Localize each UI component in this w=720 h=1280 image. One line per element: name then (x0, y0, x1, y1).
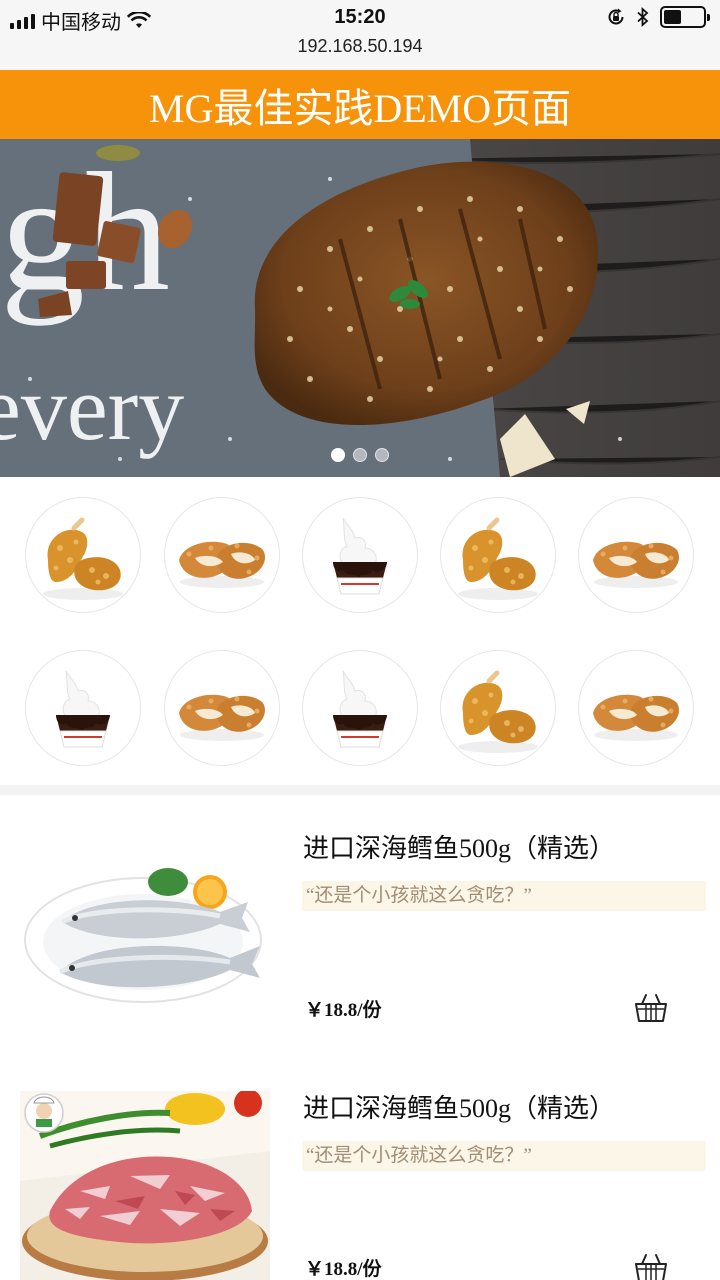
category-grid (0, 477, 720, 785)
carousel-indicators (0, 448, 720, 462)
carousel-dot[interactable] (375, 448, 389, 462)
bluetooth-icon (637, 7, 649, 27)
page-header: MG最佳实践DEMO页面 (0, 70, 720, 139)
category-item[interactable] (164, 650, 280, 766)
fried-chicken-icon (458, 670, 538, 753)
category-item[interactable] (25, 497, 141, 613)
status-right (606, 6, 710, 28)
status-bar: 中国移动 15:20 192.168.50.194 (0, 0, 720, 70)
chicken-cutlet-icon (593, 541, 679, 588)
basket-icon[interactable] (634, 993, 668, 1023)
battery-fill (664, 10, 682, 24)
ice-cream-icon (333, 670, 387, 748)
address-url[interactable]: 192.168.50.194 (0, 36, 720, 57)
fried-chicken-icon (458, 517, 538, 600)
fried-chicken-icon (43, 517, 123, 600)
category-item[interactable] (302, 497, 418, 613)
category-item[interactable] (578, 497, 694, 613)
section-divider (0, 785, 720, 795)
product-image-fish (24, 868, 262, 1003)
product-image-meat (20, 1091, 270, 1280)
carousel-dot[interactable] (331, 448, 345, 462)
chicken-cutlet-icon (593, 694, 679, 741)
basket-icon[interactable] (634, 1253, 668, 1280)
rotation-lock-icon (608, 8, 624, 25)
category-item[interactable] (164, 497, 280, 613)
category-item[interactable] (25, 650, 141, 766)
battery-icon (660, 6, 710, 28)
banner-carousel[interactable]: gh every (0, 139, 720, 477)
chicken-cutlet-icon (179, 694, 265, 741)
category-item[interactable] (578, 650, 694, 766)
page-title: MG最佳实践DEMO页面 (148, 85, 572, 131)
banner-image-bread: gh every (0, 139, 720, 477)
product-title[interactable]: 进口深海鳕鱼500g（精选） (303, 1088, 615, 1125)
banner-backdrop-text-2: every (0, 357, 184, 459)
category-item[interactable] (440, 650, 556, 766)
product-card[interactable]: 进口深海鳕鱼500g（精选） “还是个小孩就这么贪吃？” ￥18.8/份 (0, 1055, 720, 1280)
product-card[interactable]: 进口深海鳕鱼500g（精选） “还是个小孩就这么贪吃？” ￥18.8/份 (0, 795, 720, 1055)
ice-cream-icon (333, 517, 387, 595)
carousel-dot[interactable] (353, 448, 367, 462)
category-item[interactable] (440, 497, 556, 613)
product-price: ￥18.8/份 (305, 1000, 382, 1021)
ice-cream-icon (56, 670, 110, 748)
product-slogan: “还是个小孩就这么贪吃？” (302, 1141, 706, 1171)
product-price: ￥18.8/份 (305, 1259, 382, 1280)
chicken-cutlet-icon (179, 541, 265, 588)
product-title[interactable]: 进口深海鳕鱼500g（精选） (303, 828, 615, 865)
category-item[interactable] (302, 650, 418, 766)
product-slogan: “还是个小孩就这么贪吃？” (302, 881, 706, 911)
